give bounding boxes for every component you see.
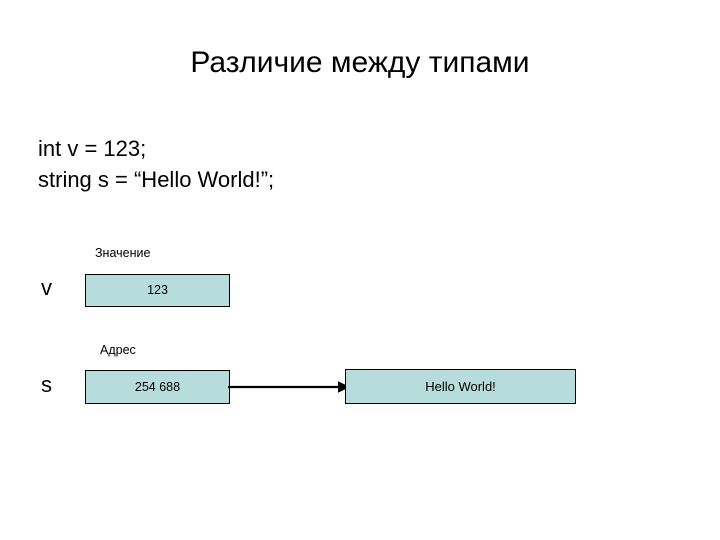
- variable-label-v: v: [41, 275, 52, 300]
- pointer-arrow-icon: [228, 381, 350, 393]
- slide-canvas: Различие между типами int v = 123; strin…: [0, 0, 720, 540]
- string-data-box: Hello World!: [345, 369, 576, 404]
- value-cell-text: 123: [147, 283, 168, 297]
- address-cell-box: 254 688: [85, 370, 230, 404]
- value-cell-box: 123: [85, 274, 230, 307]
- address-cell-text: 254 688: [134, 379, 181, 394]
- address-column-label: Адрес: [100, 343, 136, 357]
- variable-label-s: s: [41, 372, 52, 397]
- string-data-text: Hello World!: [425, 379, 496, 394]
- value-column-label: Значение: [95, 246, 151, 260]
- memory-diagram: Значение v 123 Адрес s 254 688 Hello Wor…: [0, 0, 720, 540]
